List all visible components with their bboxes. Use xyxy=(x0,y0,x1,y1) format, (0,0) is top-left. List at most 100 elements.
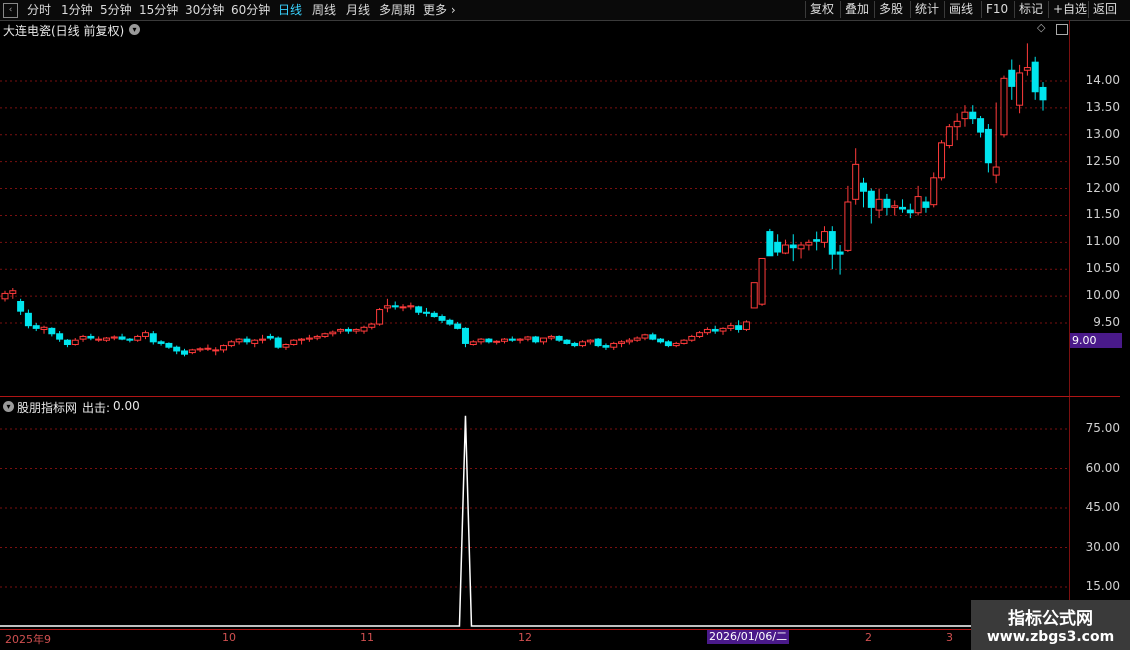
candle xyxy=(914,185,922,216)
indicator-chart[interactable] xyxy=(0,414,1069,629)
candle xyxy=(781,239,789,255)
candle-body-up xyxy=(212,349,220,352)
tab-5min[interactable]: 5分钟 xyxy=(100,2,132,18)
tab-60min[interactable]: 60分钟 xyxy=(231,2,270,18)
candle-body-down xyxy=(454,323,462,329)
candle xyxy=(555,335,563,342)
candle-body-up xyxy=(251,339,259,344)
candle xyxy=(500,338,508,344)
candle-body-up xyxy=(945,126,953,147)
candle xyxy=(40,325,48,334)
candle-body-down xyxy=(63,339,71,346)
candle xyxy=(711,325,719,334)
candle-body-up xyxy=(852,163,860,200)
candle xyxy=(828,226,836,270)
candle-body-down xyxy=(56,333,64,340)
chevron-down-icon[interactable]: ▾ xyxy=(129,24,140,35)
candle-body-up xyxy=(680,339,688,344)
candle xyxy=(118,333,126,341)
candle xyxy=(586,339,594,345)
candle xyxy=(859,177,867,208)
candle xyxy=(313,334,321,341)
price-axis-label: 9.50 xyxy=(1093,315,1120,329)
candle xyxy=(516,338,524,344)
candle-body-up xyxy=(227,341,235,347)
tab-monthly[interactable]: 月线 xyxy=(346,2,370,18)
candle xyxy=(508,336,516,342)
candle-body-down xyxy=(243,338,251,343)
candle-body-up xyxy=(407,305,415,308)
price-axis-label: 10.00 xyxy=(1085,288,1120,303)
candle-body-up xyxy=(516,338,524,341)
candle-body-down xyxy=(266,335,274,339)
candle-body-up xyxy=(469,341,477,346)
candle xyxy=(383,298,391,313)
candle-body-up xyxy=(703,328,711,334)
adjust-button[interactable]: 复权 xyxy=(805,1,838,18)
stats-button[interactable]: 统计 xyxy=(910,1,943,18)
candle-body-down xyxy=(485,338,493,343)
tab-fenshi[interactable]: 分时 xyxy=(27,2,51,18)
candle-body-up xyxy=(672,342,680,347)
tab-more[interactable]: 更多 › xyxy=(423,2,456,18)
candle-body-down xyxy=(664,341,672,347)
candle-body-up xyxy=(914,196,922,214)
candle xyxy=(906,203,914,219)
candle xyxy=(1031,56,1039,100)
candle-body-down xyxy=(735,325,743,330)
draw-line-button[interactable]: 画线 xyxy=(944,1,977,18)
tab-1min[interactable]: 1分钟 xyxy=(61,2,93,18)
date-axis-line xyxy=(0,629,1070,630)
candle xyxy=(407,302,415,310)
candle-body-up xyxy=(797,244,805,250)
candle-body-down xyxy=(657,338,665,343)
candle-body-up xyxy=(992,166,1000,176)
tab-15min[interactable]: 15分钟 xyxy=(139,2,178,18)
candle xyxy=(813,231,821,251)
window-toggle-icon[interactable] xyxy=(1056,24,1068,35)
menu-toggle-icon[interactable]: ‹ xyxy=(3,3,18,18)
candle xyxy=(664,340,672,348)
candle xyxy=(493,340,501,345)
candle-body-down xyxy=(828,231,836,255)
price-axis-label: 14.00 xyxy=(1085,73,1120,87)
chevron-down-icon[interactable]: ▾ xyxy=(3,401,14,412)
candle xyxy=(618,340,626,348)
candle xyxy=(797,242,805,259)
candle xyxy=(95,336,103,342)
add-watchlist-button[interactable]: +自选 xyxy=(1048,1,1091,18)
candle-body-up xyxy=(1,292,9,300)
candle xyxy=(110,335,118,341)
overlay-button[interactable]: 叠加 xyxy=(840,1,873,18)
candle xyxy=(259,334,267,344)
tab-30min[interactable]: 30分钟 xyxy=(185,2,224,18)
candle-body-down xyxy=(859,182,867,192)
candle-body-up xyxy=(477,338,485,343)
candle-body-up xyxy=(141,332,149,337)
candle-body-down xyxy=(969,111,977,120)
candle-body-up xyxy=(71,339,79,346)
candle xyxy=(204,344,212,351)
mark-button[interactable]: 标记 xyxy=(1014,1,1047,18)
candle-body-down xyxy=(446,319,454,325)
candle xyxy=(1008,59,1016,100)
candle xyxy=(1039,82,1047,111)
candle-body-down xyxy=(173,346,181,352)
back-button[interactable]: 返回 xyxy=(1088,1,1121,18)
f10-button[interactable]: F10 xyxy=(981,1,1012,18)
candle xyxy=(984,124,992,173)
candlestick-chart[interactable] xyxy=(0,38,1069,396)
tab-multi-period[interactable]: 多周期 xyxy=(379,2,415,18)
tab-weekly[interactable]: 周线 xyxy=(312,2,336,18)
tab-daily[interactable]: 日线 xyxy=(278,2,302,18)
multi-stock-button[interactable]: 多股 xyxy=(874,1,907,18)
candle-body-down xyxy=(415,306,423,313)
candle-body-down xyxy=(1008,69,1016,87)
diamond-icon[interactable]: ◇ xyxy=(1037,21,1045,34)
candle xyxy=(415,305,423,315)
price-axis-label: 12.00 xyxy=(1085,180,1120,195)
candle-body-up xyxy=(79,335,87,340)
candle xyxy=(17,298,25,315)
candle-body-up xyxy=(102,337,110,341)
candle-body-down xyxy=(774,241,782,253)
